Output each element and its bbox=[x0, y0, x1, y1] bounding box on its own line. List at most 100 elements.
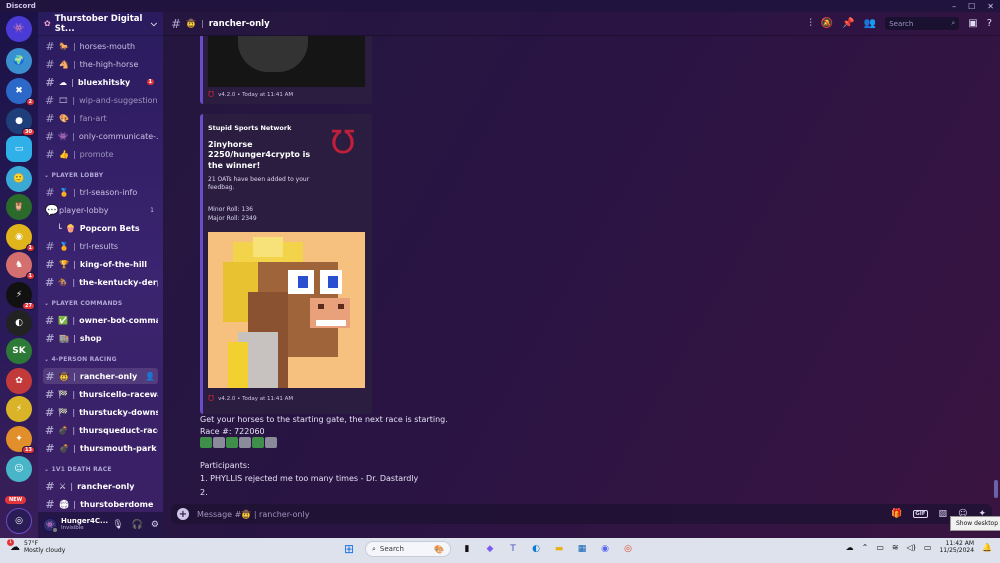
windows-start-icon[interactable]: ⊞ bbox=[342, 542, 356, 556]
server-icon[interactable]: ✿ bbox=[6, 368, 32, 394]
channel-item[interactable]: # 🏟 | thurstoberdome bbox=[43, 496, 158, 512]
server-icon[interactable]: ◉ 1 bbox=[6, 224, 35, 252]
channel-item[interactable]: # ⚔ | rancher-only bbox=[43, 478, 158, 494]
thread-item[interactable]: └ 🍿 Popcorn Bets bbox=[43, 220, 158, 236]
server-icon[interactable]: ◐ bbox=[6, 310, 32, 336]
channel-item[interactable]: #✅|owner-bot-comma... bbox=[43, 312, 158, 328]
edge-icon[interactable]: ◐ bbox=[529, 542, 543, 556]
server-icon[interactable]: ♞ 1 bbox=[6, 252, 35, 280]
server-icon[interactable]: 🦉 bbox=[6, 194, 32, 220]
guild-header[interactable]: ✿ Thurstober Digital St... ⌵ bbox=[38, 12, 163, 36]
channel-item[interactable]: # 💣 | thursmouth-park bbox=[43, 440, 158, 456]
minimize-icon[interactable]: – bbox=[952, 2, 956, 11]
discord-taskbar-icon[interactable]: ◉ bbox=[598, 542, 612, 556]
add-attachment-button[interactable]: + bbox=[177, 508, 189, 520]
pin-icon[interactable]: 📌 bbox=[842, 18, 854, 29]
server-icon[interactable]: ✦ 13 bbox=[6, 426, 35, 454]
copilot-icon[interactable]: ◆ bbox=[483, 542, 497, 556]
direct-messages-icon[interactable]: 👾 bbox=[6, 16, 32, 42]
channel-item[interactable]: # 👾 | only-communicate-... bbox=[43, 128, 158, 144]
search-input[interactable]: Search ⌕ bbox=[885, 17, 960, 30]
server-icon[interactable]: ⚡ 27 bbox=[6, 282, 35, 310]
channel-header: # 🤠 | rancher-only ⫶ 🔕 📌 👥 Search ⌕ ▣ ? bbox=[163, 12, 1000, 36]
clock[interactable]: 11:42 AM 11/25/2024 bbox=[939, 540, 974, 555]
taskbar-search[interactable]: ⌕ Search 🎨 bbox=[365, 541, 451, 557]
hash-icon: # bbox=[45, 257, 55, 271]
channel-item[interactable]: # 🎨 | fan-art bbox=[43, 110, 158, 126]
channel-item[interactable]: # ☁ | bluexhitsky 1 bbox=[43, 74, 158, 90]
user-panel: 👾 Hunger4C... Invisible 🎙 🎧 ⚙ bbox=[38, 512, 163, 538]
embed-author: Stupid Sports Network bbox=[208, 124, 292, 132]
inbox-icon[interactable]: ▣ bbox=[968, 18, 977, 29]
channel-item[interactable]: # 🎞 | wip-and-suggestions bbox=[43, 92, 158, 108]
store-icon[interactable]: ▦ bbox=[575, 542, 589, 556]
category-4-person-racing[interactable]: ⌄ 4-PERSON RACING bbox=[44, 356, 117, 363]
status-indicator bbox=[52, 527, 58, 533]
chevron-up-icon[interactable]: ⌃ bbox=[862, 543, 869, 552]
gif-button[interactable]: GIF bbox=[913, 510, 928, 518]
category-player-lobby[interactable]: ⌄ PLAYER LOBBY bbox=[44, 172, 103, 179]
embed-image[interactable] bbox=[208, 36, 365, 87]
message-input[interactable]: Message #🤠 | rancher-only bbox=[197, 510, 309, 519]
channel-emoji: 🤠 bbox=[186, 19, 197, 28]
embed: Stupid Sports Network Ʊ 2inyhorse 2250/h… bbox=[200, 114, 372, 414]
category-1v1-death-race[interactable]: ⌄ 1V1 DEATH RACE bbox=[44, 466, 112, 473]
channel-item[interactable]: # 👍 | promote bbox=[43, 146, 158, 162]
forum-item[interactable]: 💬 player-lobby 1 bbox=[43, 202, 158, 218]
server-icon[interactable]: 🙂 bbox=[6, 166, 32, 192]
channel-item[interactable]: # 🐴 | the-high-horse bbox=[43, 56, 158, 72]
channel-item[interactable]: # 🏁 | thurstucky-downs bbox=[43, 404, 158, 420]
network-icon[interactable]: ▭ bbox=[876, 543, 884, 552]
server-icon[interactable]: ✖ 2 bbox=[6, 78, 35, 106]
channel-item[interactable]: # 🏅 | trl-season-info bbox=[43, 184, 158, 200]
add-member-icon[interactable]: 👤 bbox=[145, 372, 155, 381]
folder-icon[interactable]: ▭ bbox=[6, 136, 32, 162]
notification-bell-icon[interactable]: 🔕 bbox=[821, 18, 833, 29]
hash-icon: # bbox=[45, 479, 55, 493]
maximize-icon[interactable]: ☐ bbox=[968, 2, 975, 11]
member-list-icon[interactable]: 👥 bbox=[864, 18, 876, 29]
channel-item-selected[interactable]: # 🤠 | rancher-only 👤 bbox=[43, 368, 158, 384]
server-icon[interactable]: ⚡ bbox=[6, 396, 32, 422]
gift-icon[interactable]: 🎁 bbox=[891, 509, 902, 519]
app-title: Discord bbox=[6, 2, 36, 10]
category-player-commands[interactable]: ⌄ PLAYER COMMANDS bbox=[44, 300, 122, 307]
threads-icon[interactable]: ⫶ bbox=[809, 18, 812, 29]
sticker-icon[interactable]: ▨ bbox=[939, 509, 948, 519]
scrollbar[interactable] bbox=[994, 480, 998, 498]
horse-pixel-image[interactable] bbox=[208, 232, 365, 388]
microphone-icon[interactable]: 🎙 bbox=[112, 520, 123, 530]
gear-icon[interactable]: ⚙ bbox=[151, 520, 159, 530]
chrome-icon[interactable]: ◎ bbox=[621, 542, 635, 556]
task-view-icon[interactable]: ▮ bbox=[460, 542, 474, 556]
server-icon[interactable]: ☺ bbox=[6, 456, 32, 482]
user-status: Invisible bbox=[61, 524, 84, 531]
discover-icon[interactable]: ◎ bbox=[6, 508, 32, 534]
notifications-icon[interactable]: 🔔 bbox=[982, 543, 992, 552]
hash-icon: # bbox=[45, 93, 55, 107]
channel-item[interactable]: # 🏆 | king-of-the-hill bbox=[43, 256, 158, 272]
channel-item[interactable]: #💣|thursqueduct-race-... bbox=[43, 422, 158, 438]
channel-item[interactable]: #🏇|the-kentucky-derpy bbox=[43, 274, 158, 290]
channel-item[interactable]: # 🐎 | horses-mouth bbox=[43, 38, 158, 54]
volume-icon[interactable]: ◁) bbox=[907, 543, 916, 552]
teams-icon[interactable]: T bbox=[506, 542, 520, 556]
wifi-icon[interactable]: ≋ bbox=[892, 543, 899, 552]
horse-emoji-icon bbox=[226, 437, 238, 448]
close-icon[interactable]: ✕ bbox=[987, 2, 994, 11]
channel-item[interactable]: #🏁|thursicello-raceway bbox=[43, 386, 158, 402]
channel-item[interactable]: # 🏬 | shop bbox=[43, 330, 158, 346]
avatar[interactable]: 👾 bbox=[42, 517, 58, 533]
file-explorer-icon[interactable]: ▬ bbox=[552, 542, 566, 556]
help-icon[interactable]: ? bbox=[987, 18, 992, 29]
channel-item[interactable]: # 🏅 | trl-results bbox=[43, 238, 158, 254]
hash-icon: # bbox=[45, 423, 55, 437]
server-icon[interactable]: SK bbox=[6, 338, 32, 364]
battery-icon[interactable]: ▭ bbox=[924, 543, 932, 552]
weather-widget[interactable]: ☁ 1 57°F Mostly cloudy bbox=[7, 539, 65, 554]
cloud-sync-icon[interactable]: ☁ bbox=[846, 543, 854, 552]
chevron-down-icon[interactable]: ⌵ bbox=[151, 19, 157, 29]
headphones-icon[interactable]: 🎧 bbox=[132, 520, 143, 530]
server-icon[interactable]: ● 30 bbox=[6, 108, 35, 136]
server-icon[interactable]: 🌍 bbox=[6, 48, 32, 74]
